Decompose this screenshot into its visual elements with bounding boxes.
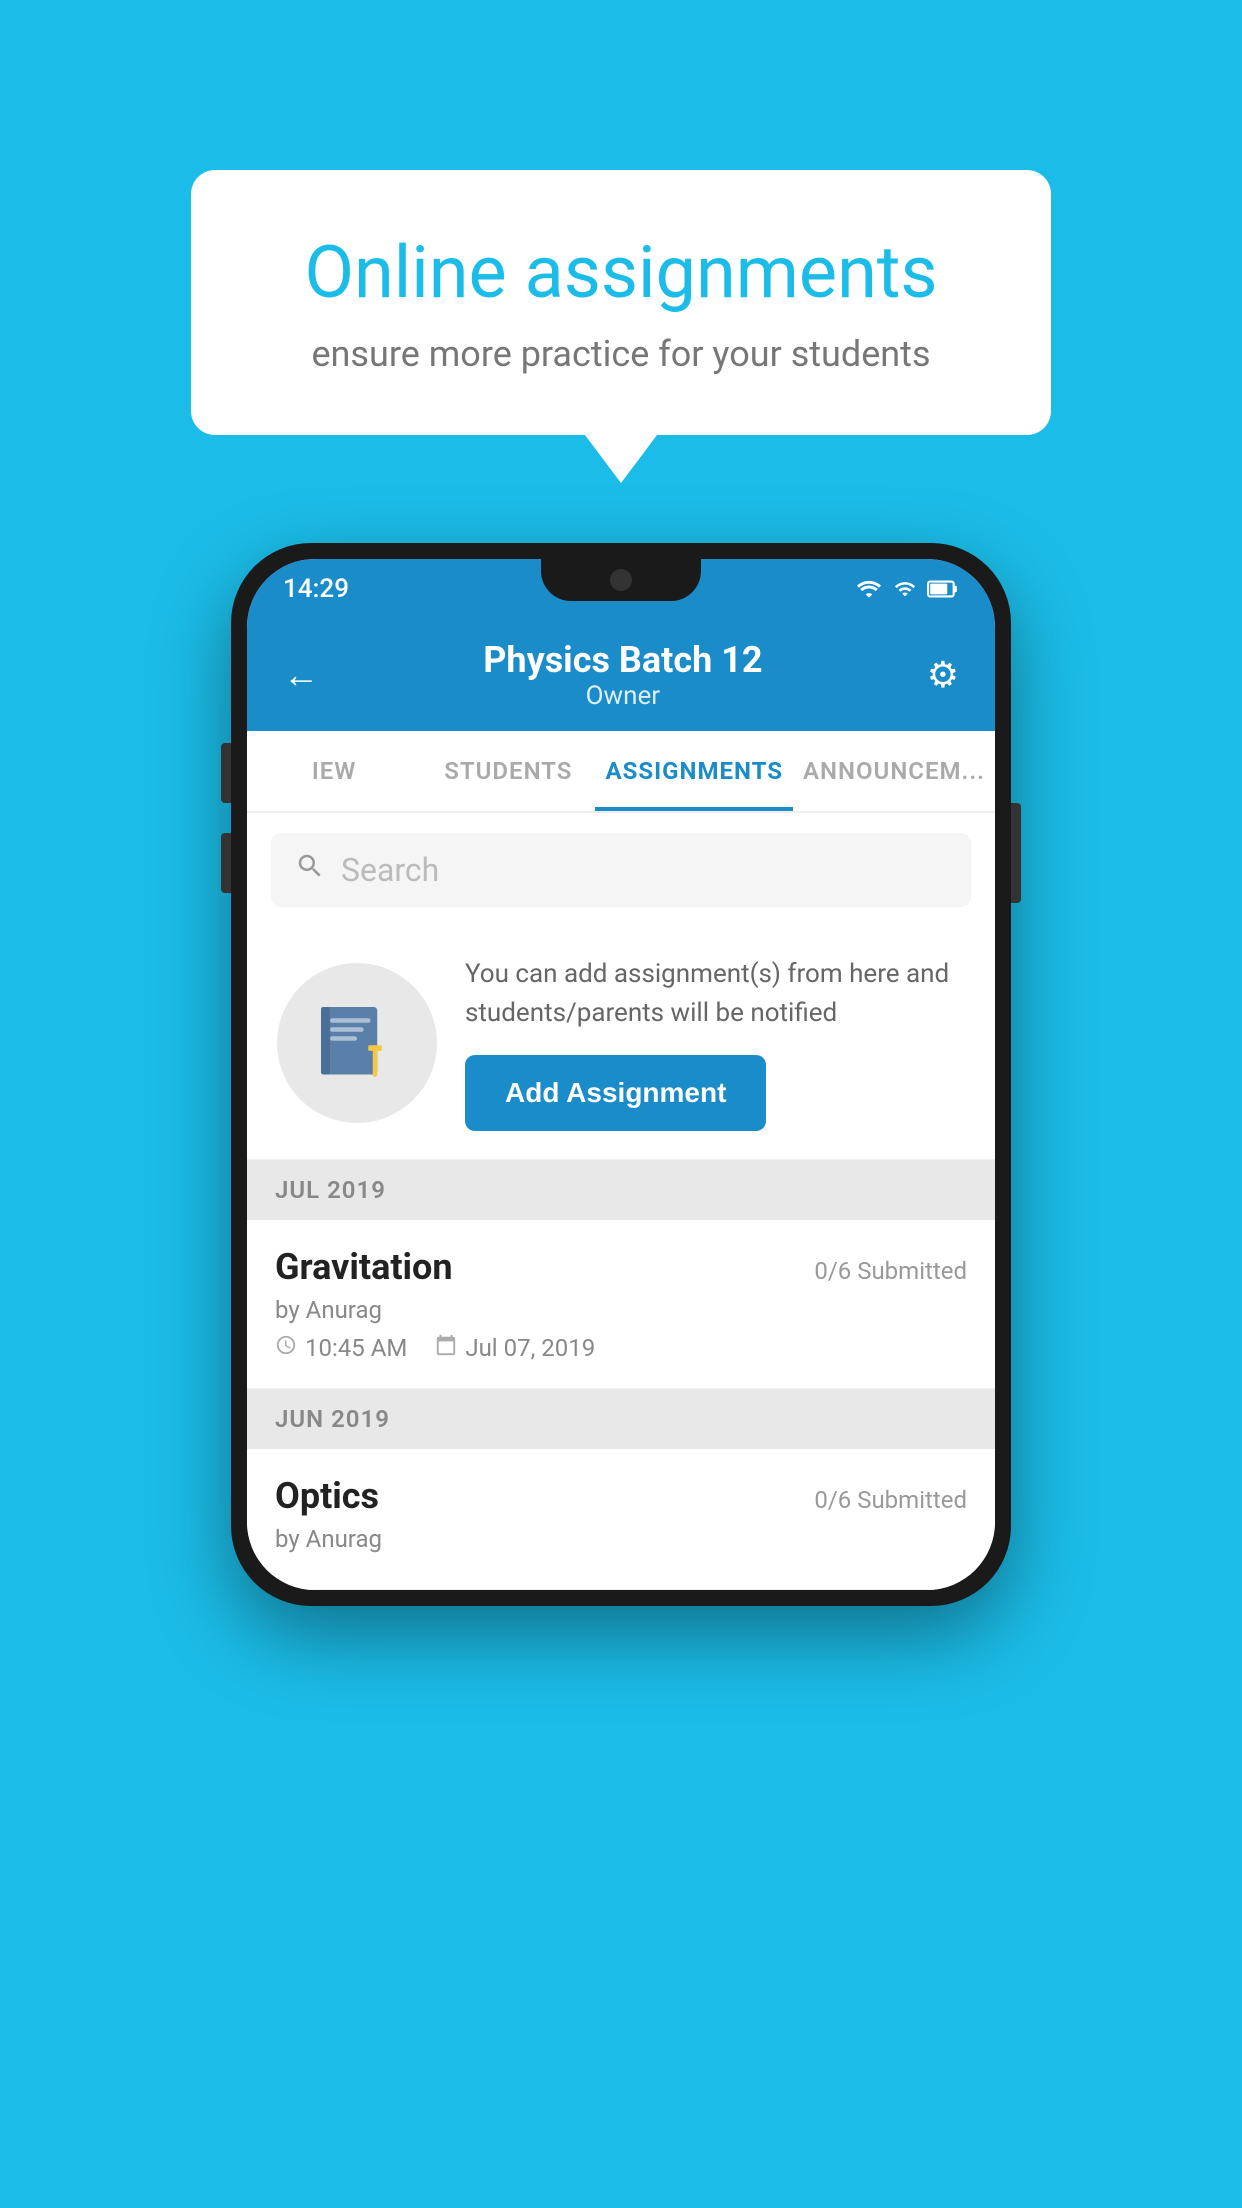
status-time: 14:29 [283, 574, 349, 604]
search-svg [295, 851, 325, 881]
assignment-gravitation[interactable]: Gravitation 0/6 Submitted by Anurag 10:4… [247, 1220, 995, 1389]
search-container: Search [247, 813, 995, 927]
bubble-arrow [585, 435, 657, 483]
app-header: ← Physics Batch 12 Owner ⚙ [247, 619, 995, 731]
volume-up-button [221, 743, 231, 803]
assignment-submitted-optics: 0/6 Submitted [814, 1486, 967, 1514]
promo-card: You can add assignment(s) from here and … [247, 927, 995, 1160]
assignment-row-top-optics: Optics 0/6 Submitted [275, 1475, 967, 1517]
front-camera [610, 569, 632, 591]
notebook-icon [312, 998, 402, 1088]
tab-iew[interactable]: IEW [247, 731, 421, 811]
assignment-optics[interactable]: Optics 0/6 Submitted by Anurag [247, 1449, 995, 1590]
assignment-by-gravitation: by Anurag [275, 1296, 967, 1324]
calendar-svg [435, 1334, 457, 1356]
tab-students[interactable]: STUDENTS [421, 731, 595, 811]
volume-down-button [221, 833, 231, 893]
tab-assignments[interactable]: ASSIGNMENTS [595, 731, 793, 811]
date-value-gravitation: Jul 07, 2019 [465, 1334, 595, 1362]
bubble-title: Online assignments [261, 230, 981, 315]
header-title-group: Physics Batch 12 Owner [483, 639, 762, 711]
clock-icon [275, 1334, 297, 1362]
phone-notch [541, 559, 701, 601]
search-bar[interactable]: Search [271, 833, 971, 907]
battery-icon [927, 578, 959, 600]
assignment-by-optics: by Anurag [275, 1525, 967, 1553]
header-title: Physics Batch 12 [483, 639, 762, 681]
calendar-icon [435, 1334, 457, 1362]
section-jul-2019: JUL 2019 [247, 1160, 995, 1220]
clock-svg [275, 1334, 297, 1356]
promo-icon-circle [277, 963, 437, 1123]
status-icons [855, 578, 959, 600]
meta-date-gravitation: Jul 07, 2019 [435, 1334, 595, 1362]
phone-wrapper: 14:29 [231, 543, 1011, 1606]
speech-bubble: Online assignments ensure more practice … [191, 170, 1051, 435]
section-label-jul: JUL 2019 [275, 1176, 386, 1204]
header-subtitle: Owner [483, 681, 762, 711]
tab-announcements[interactable]: ANNOUNCEM... [793, 731, 995, 811]
assignment-submitted-gravitation: 0/6 Submitted [814, 1257, 967, 1285]
bubble-subtitle: ensure more practice for your students [261, 333, 981, 375]
tabs-bar: IEW STUDENTS ASSIGNMENTS ANNOUNCEM... [247, 731, 995, 813]
assignment-meta-gravitation: 10:45 AM Jul 07, 2019 [275, 1334, 967, 1362]
settings-icon[interactable]: ⚙ [927, 654, 959, 696]
signal-icon [893, 578, 917, 600]
back-button[interactable]: ← [283, 654, 319, 696]
add-assignment-button[interactable]: Add Assignment [465, 1055, 766, 1131]
section-label-jun: JUN 2019 [275, 1405, 390, 1433]
assignment-row-top: Gravitation 0/6 Submitted [275, 1246, 967, 1288]
speech-bubble-container: Online assignments ensure more practice … [191, 170, 1051, 483]
search-icon [295, 851, 325, 889]
promo-content: You can add assignment(s) from here and … [465, 955, 965, 1131]
wifi-icon [855, 578, 883, 600]
meta-time-gravitation: 10:45 AM [275, 1334, 407, 1362]
phone-screen: 14:29 [247, 559, 995, 1590]
search-placeholder: Search [341, 851, 439, 889]
promo-text: You can add assignment(s) from here and … [465, 955, 965, 1033]
assignment-name-optics: Optics [275, 1475, 379, 1517]
assignment-name-gravitation: Gravitation [275, 1246, 453, 1288]
section-jun-2019: JUN 2019 [247, 1389, 995, 1449]
power-button [1011, 803, 1021, 903]
phone-frame: 14:29 [231, 543, 1011, 1606]
time-value-gravitation: 10:45 AM [305, 1334, 407, 1362]
